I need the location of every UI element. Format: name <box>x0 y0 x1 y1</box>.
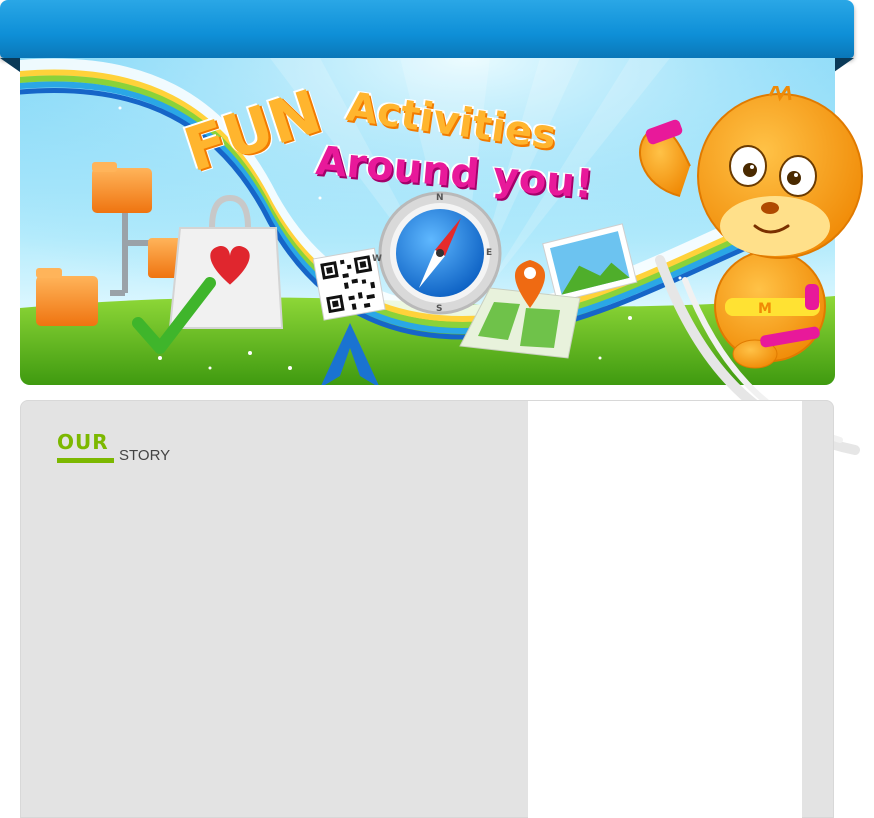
title-underline <box>57 458 114 463</box>
compass-east-label: E <box>486 248 493 258</box>
compass-west-label: W <box>372 254 382 264</box>
headline-fun: FUN <box>176 77 329 186</box>
compass-south-label: S <box>436 304 443 314</box>
top-header-bar <box>0 0 854 58</box>
header-fold-right <box>834 58 854 72</box>
header-fold-left <box>0 58 20 72</box>
banner-headline: FUN Activities Around you! <box>176 77 630 240</box>
title-rest: STORY <box>119 447 171 464</box>
title-highlight: OUR <box>57 430 109 454</box>
story-side-column <box>528 401 802 818</box>
